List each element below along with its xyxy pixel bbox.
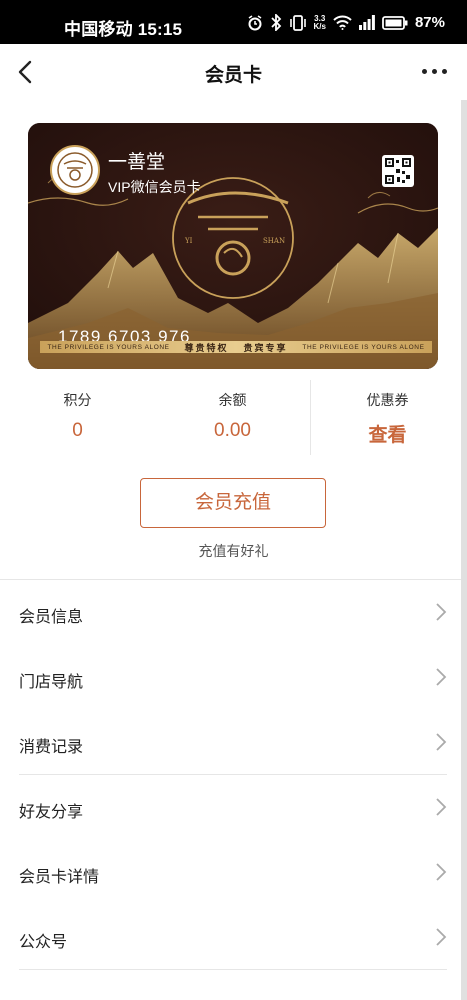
menu-item-card-details[interactable]: 会员卡详情 <box>0 840 461 905</box>
carrier-time: 中国移动 15:15 <box>64 20 183 39</box>
menu-item-label: 消费记录 <box>19 739 84 756</box>
chevron-right-icon <box>436 603 447 621</box>
balance-label: 余额 <box>218 392 247 408</box>
coupon-label: 优惠券 <box>366 392 409 408</box>
menu-item-store-navigation[interactable]: 门店导航 <box>0 645 461 710</box>
net-speed: 3.3 K/s <box>313 13 326 31</box>
balance-value: 0.00 <box>214 420 251 441</box>
logo-yi-text: YI <box>184 237 193 245</box>
points-stat[interactable]: 积分 0 <box>0 380 155 442</box>
strip-mid-text-1: 尊贵特权 <box>184 343 229 354</box>
menu-item-label: 门店导航 <box>19 674 84 691</box>
signal-icon <box>358 15 375 30</box>
bluetooth-icon <box>270 14 281 31</box>
points-label: 积分 <box>63 392 92 408</box>
menu-divider <box>19 969 447 970</box>
strip-left-text: THE PRIVILEGE IS YOURS ALONE <box>47 343 170 351</box>
status-bar: 中国移动 15:15 3.3 K/s 87% <box>0 0 467 44</box>
nav-bar: 会员卡 <box>0 44 467 100</box>
battery-percent: 87% <box>414 14 445 31</box>
alarm-icon <box>248 14 262 30</box>
balance-stat[interactable]: 余额 0.00 <box>155 380 310 442</box>
recharge-tip: 充值有好礼 <box>198 543 269 559</box>
chevron-right-icon <box>436 863 447 881</box>
card-subtitle: VIP微信会员卡 <box>108 179 201 195</box>
more-options-icon[interactable] <box>422 69 447 74</box>
vibrate-icon <box>289 14 306 31</box>
brand-name: 一善堂 <box>108 152 166 173</box>
chevron-right-icon <box>436 928 447 946</box>
menu-item-official-account[interactable]: 公众号 <box>0 905 461 970</box>
page-title: 会员卡 <box>204 65 262 86</box>
menu-list: 会员信息 门店导航 消费记录 好友分享 会员卡详情 公众号 <box>0 580 461 970</box>
points-value: 0 <box>72 420 83 441</box>
menu-item-label: 会员卡详情 <box>19 869 100 886</box>
coupon-stat[interactable]: 优惠券 查看 <box>310 380 465 447</box>
menu-item-label: 公众号 <box>19 934 68 951</box>
wifi-icon <box>333 15 352 30</box>
menu-item-purchase-history[interactable]: 消费记录 <box>0 710 461 775</box>
recharge-button[interactable]: 会员充值 <box>140 478 326 528</box>
card-privilege-strip: THE PRIVILEGE IS YOURS ALONE 尊贵特权 贵宾专享 T… <box>40 341 432 354</box>
menu-item-share-friends[interactable]: 好友分享 <box>0 775 461 840</box>
strip-mid-text-2: 贵宾专享 <box>243 343 288 354</box>
menu-item-label: 好友分享 <box>19 804 84 821</box>
brand-logo <box>50 145 100 195</box>
qr-code-icon[interactable] <box>382 155 414 187</box>
menu-item-member-info[interactable]: 会员信息 <box>0 580 461 645</box>
strip-right-text: THE PRIVILEGE IS YOURS ALONE <box>302 343 425 351</box>
chevron-right-icon <box>436 733 447 751</box>
coupon-view-link[interactable]: 查看 <box>310 420 465 447</box>
menu-item-label: 会员信息 <box>19 609 84 626</box>
chevron-right-icon <box>436 668 447 686</box>
battery-icon <box>382 15 408 30</box>
chevron-right-icon <box>436 798 447 816</box>
brand-logo-icon <box>57 152 93 188</box>
logo-shan-text: SHAN <box>263 237 285 245</box>
membership-card[interactable]: YI SHAN 一善堂 VIP微信会员卡 1789 6703 976 THE P… <box>28 123 438 369</box>
status-icons: 3.3 K/s 87% <box>247 14 445 31</box>
member-stats: 积分 0 余额 0.00 优惠券 查看 <box>0 380 467 455</box>
